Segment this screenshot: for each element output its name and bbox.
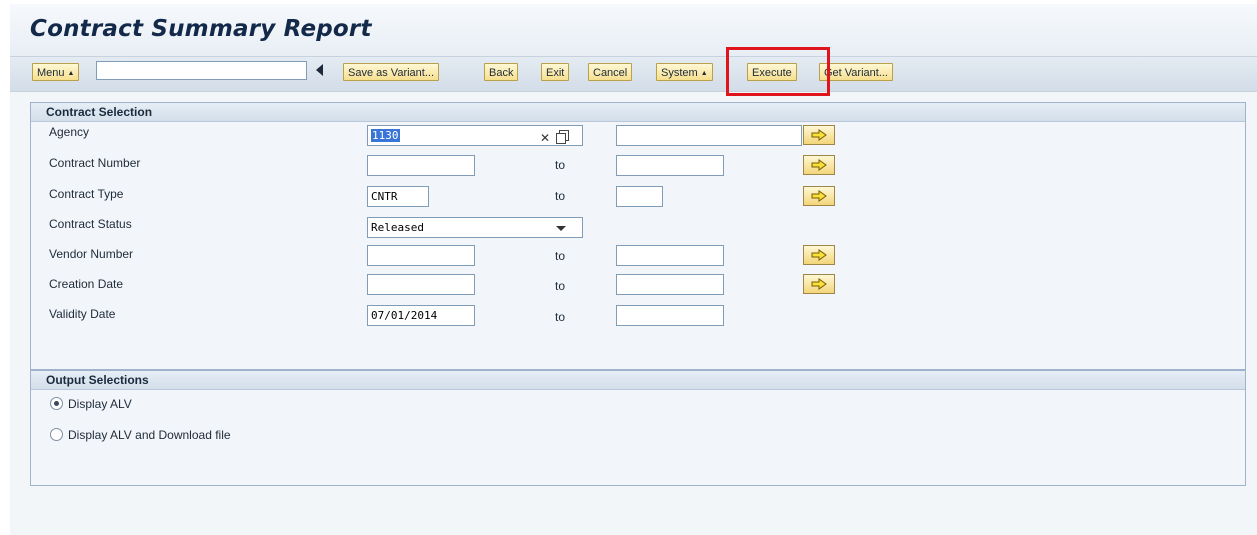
creation-date-label: Creation Date (49, 277, 124, 291)
output-selections-header: Output Selections (31, 371, 1245, 390)
contract-number-to-input[interactable] (616, 155, 724, 176)
vendor-number-multiple-selection-button[interactable] (803, 245, 835, 265)
vendor-number-label: Vendor Number (49, 247, 134, 261)
contract-type-to-input[interactable] (616, 186, 663, 207)
creation-date-to-label: to (555, 279, 566, 293)
contract-number-from-input[interactable] (367, 155, 475, 176)
display-alv-download-label: Display ALV and Download file (68, 428, 231, 442)
yellow-arrow-right-icon (811, 159, 827, 171)
menu-button[interactable]: Menu ▲ (32, 63, 80, 81)
close-icon[interactable]: ✕ (540, 131, 550, 145)
back-button[interactable]: Back (484, 63, 519, 81)
yellow-arrow-right-icon (811, 190, 827, 202)
agency-label: Agency (49, 125, 90, 139)
triangle-up-icon: ▲ (700, 70, 708, 77)
vendor-number-to-input[interactable] (616, 245, 724, 266)
exit-button[interactable]: Exit (541, 63, 570, 81)
vendor-number-from-input[interactable] (367, 245, 475, 266)
display-alv-option[interactable]: Display ALV (50, 397, 132, 411)
radio-unselected-icon[interactable] (50, 428, 63, 441)
left-arrow-icon[interactable] (316, 64, 323, 76)
contract-status-label: Contract Status (49, 217, 132, 231)
display-alv-label: Display ALV (68, 397, 132, 411)
copy-icon[interactable] (556, 130, 569, 144)
yellow-arrow-right-icon (811, 249, 827, 261)
creation-date-to-input[interactable] (616, 274, 724, 295)
save-as-variant-button[interactable]: Save as Variant... (343, 63, 440, 81)
contract-number-label: Contract Number (49, 156, 141, 170)
contract-type-label: Contract Type (49, 187, 124, 201)
menu-button-label: Menu (37, 67, 65, 79)
contract-type-from-input[interactable]: CNTR (367, 186, 429, 207)
page-title: Contract Summary Report (30, 16, 372, 42)
yellow-arrow-right-icon (811, 129, 827, 141)
contract-status-select[interactable]: Released (367, 217, 583, 238)
triangle-up-icon: ▲ (67, 70, 75, 77)
agency-to-input[interactable] (616, 125, 802, 146)
command-field[interactable] (96, 61, 307, 80)
contract-number-multiple-selection-button[interactable] (803, 155, 835, 175)
creation-date-from-input[interactable] (367, 274, 475, 295)
contract-selection-header: Contract Selection (31, 103, 1245, 122)
agency-multiple-selection-button[interactable] (803, 125, 835, 145)
chevron-down-icon[interactable] (556, 226, 566, 231)
system-button-label: System (661, 67, 698, 79)
agency-from-value: 1130 (371, 129, 400, 142)
validity-date-label: Validity Date (49, 307, 116, 321)
validity-date-to-label: to (555, 310, 566, 324)
validity-date-from-input[interactable]: 07/01/2014 (367, 305, 475, 326)
vendor-number-to-label: to (555, 249, 566, 263)
execute-highlight (726, 47, 830, 96)
creation-date-multiple-selection-button[interactable] (803, 274, 835, 294)
get-variant-button[interactable]: Get Variant... (819, 63, 893, 81)
yellow-arrow-right-icon (811, 278, 827, 290)
contract-number-to-label: to (555, 158, 566, 172)
cancel-button[interactable]: Cancel (588, 63, 633, 81)
contract-type-to-label: to (555, 189, 566, 203)
agency-from-input[interactable]: 1130 (367, 125, 583, 146)
validity-date-to-input[interactable] (616, 305, 724, 326)
display-alv-download-option[interactable]: Display ALV and Download file (50, 428, 231, 442)
system-button[interactable]: System ▲ (656, 63, 713, 81)
contract-type-multiple-selection-button[interactable] (803, 186, 835, 206)
radio-selected-icon[interactable] (50, 397, 63, 410)
